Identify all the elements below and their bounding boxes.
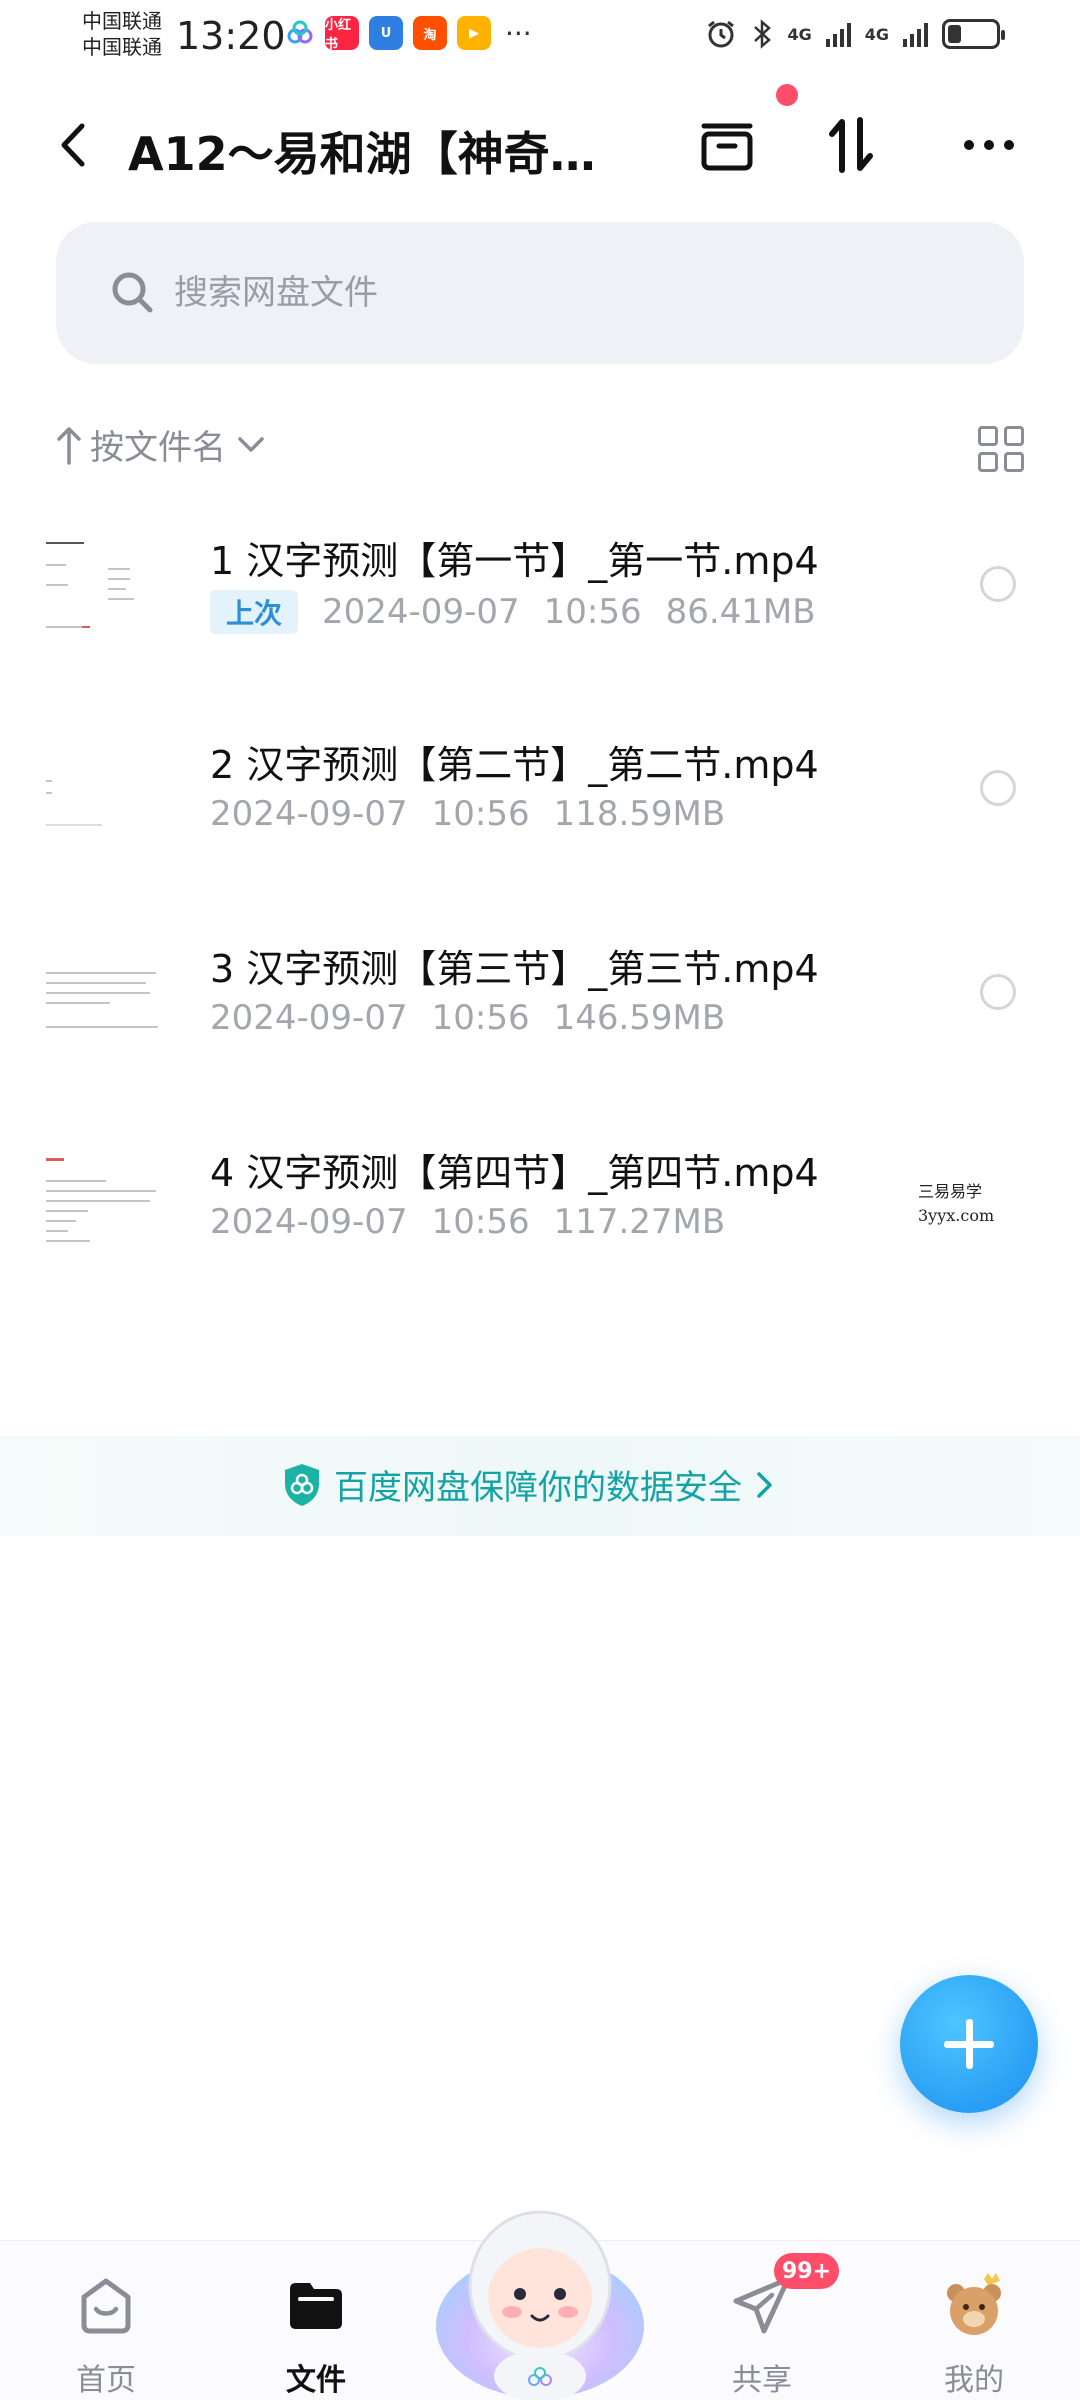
file-thumbnail [46, 528, 166, 638]
chevron-down-icon [238, 436, 264, 452]
nav-item-files[interactable]: 文件 [246, 2261, 386, 2398]
ai-assistant-mascot[interactable] [432, 2176, 648, 2400]
file-size: 118.59MB [553, 794, 726, 834]
file-thumbnail [46, 732, 166, 842]
baidu-netdisk-icon [287, 20, 313, 44]
file-size: 146.59MB [553, 998, 726, 1038]
nav-item-share[interactable]: 99+ 共享 [692, 2253, 840, 2398]
home-icon [81, 2278, 131, 2334]
app-icon-u: U [369, 16, 403, 50]
file-time: 10:56 [431, 998, 530, 1038]
file-date: 2024-09-07 [210, 998, 408, 1038]
file-time: 10:56 [431, 1202, 530, 1242]
arrow-up-icon [57, 426, 81, 465]
file-meta: 2024-09-07 10:56 117.27MB [210, 1202, 725, 1242]
security-text: 百度网盘保障你的数据安全 [334, 1468, 742, 1508]
file-name: 3 汉字预测【第三节】_第三节.mp4 [210, 947, 819, 991]
watermark: 三易易学 3yyx.com [918, 1180, 994, 1228]
more-options-icon[interactable] [956, 112, 1022, 178]
file-thumbnail [46, 1140, 166, 1250]
page-title: A12～易和湖【神奇… [128, 127, 596, 181]
grid-view-icon[interactable] [978, 426, 1024, 472]
file-date: 2024-09-07 [322, 592, 520, 632]
file-date: 2024-09-07 [210, 794, 408, 834]
chevron-right-icon [757, 1471, 772, 1498]
file-meta: 上次 2024-09-07 10:56 86.41MB [210, 590, 816, 634]
select-checkbox[interactable] [980, 566, 1016, 602]
nav-item-home[interactable]: 首页 [36, 2261, 176, 2398]
add-button[interactable] [900, 1975, 1038, 2113]
sort-label: 按文件名 [90, 428, 226, 468]
file-row-2[interactable]: 2 汉字预测【第二节】_第二节.mp4 2024-09-07 10:56 118… [0, 732, 1080, 936]
signal-icon-1 [825, 21, 851, 47]
select-checkbox[interactable] [980, 770, 1016, 806]
search-input[interactable] [174, 262, 954, 324]
bluetooth-icon [754, 19, 772, 49]
app-icon-video: ▶ [457, 16, 491, 50]
status-time: 13:20 [176, 14, 286, 58]
top-bar: A12～易和湖【神奇… [0, 100, 1080, 190]
file-size: 117.27MB [553, 1202, 726, 1242]
back-icon[interactable] [48, 118, 98, 172]
more-notifications-icon: ··· [505, 16, 532, 50]
file-size: 86.41MB [665, 592, 816, 632]
shield-icon [285, 1463, 319, 1506]
transfer-list-icon[interactable] [694, 112, 760, 178]
nav-label-home: 首页 [76, 2363, 136, 2398]
security-banner-content: 百度网盘保障你的数据安全 [282, 1460, 776, 1509]
file-time: 10:56 [431, 794, 530, 834]
app-icon-taobao: 淘 [413, 16, 447, 50]
search-icon [112, 272, 153, 313]
system-icons: 4G 4G [705, 18, 1005, 50]
file-name: 1 汉字预测【第一节】_第一节.mp4 [210, 539, 819, 583]
last-viewed-badge: 上次 [210, 590, 299, 634]
security-banner[interactable]: 百度网盘保障你的数据安全 [0, 1436, 1080, 1536]
sort-by-name-button[interactable]: 按文件名 [56, 420, 268, 469]
sort-row: 按文件名 [56, 420, 1024, 480]
signal-icon-2 [903, 21, 928, 47]
network-type-2: 4G [864, 24, 889, 44]
file-time: 10:56 [543, 592, 642, 632]
nav-item-me[interactable]: 我的 [904, 2261, 1044, 2398]
sort-toggle-icon[interactable] [818, 112, 884, 178]
file-row-1[interactable]: 1 汉字预测【第一节】_第一节.mp4 上次 2024-09-07 10:56 … [0, 528, 1080, 732]
file-thumbnail [46, 936, 166, 1046]
file-meta: 2024-09-07 10:56 146.59MB [210, 998, 725, 1038]
carrier-1: 中国联通 [82, 9, 162, 33]
file-row-3[interactable]: 3 汉字预测【第三节】_第三节.mp4 2024-09-07 10:56 146… [0, 936, 1080, 1140]
search-bar[interactable] [56, 222, 1024, 364]
file-date: 2024-09-07 [210, 1202, 408, 1242]
share-badge: 99+ [774, 2253, 840, 2289]
file-name: 4 汉字预测【第四节】_第四节.mp4 [210, 1151, 819, 1195]
network-type-1: 4G [787, 24, 812, 44]
file-name: 2 汉字预测【第二节】_第二节.mp4 [210, 743, 819, 787]
bear-avatar-icon [947, 2273, 1001, 2335]
folder-icon [290, 2283, 342, 2329]
notification-dot [776, 84, 798, 106]
file-meta: 2024-09-07 10:56 118.59MB [210, 794, 725, 834]
file-row-4[interactable]: 4 汉字预测【第四节】_第四节.mp4 2024-09-07 10:56 117… [0, 1140, 1080, 1344]
app-icon-xiaohongshu: 小红书 [325, 16, 359, 52]
watermark-line-2: 3yyx.com [918, 1206, 995, 1225]
watermark-line-1: 三易易学 [918, 1182, 983, 1201]
nav-label-share: 共享 [732, 2363, 792, 2398]
alarm-icon [708, 20, 735, 48]
notification-apps: 小红书 U 淘 ▶ ··· [285, 16, 532, 52]
nav-label-me: 我的 [944, 2363, 1004, 2398]
nav-label-files: 文件 [286, 2363, 346, 2398]
battery-icon [942, 19, 1005, 49]
select-checkbox[interactable] [980, 974, 1016, 1010]
carrier-2: 中国联通 [82, 35, 162, 59]
status-bar: 中国联通 中国联通 13:20 小红书 U 淘 ▶ ··· 4G 4G [0, 0, 1080, 70]
carrier-info: 中国联通 中国联通 [82, 8, 162, 60]
